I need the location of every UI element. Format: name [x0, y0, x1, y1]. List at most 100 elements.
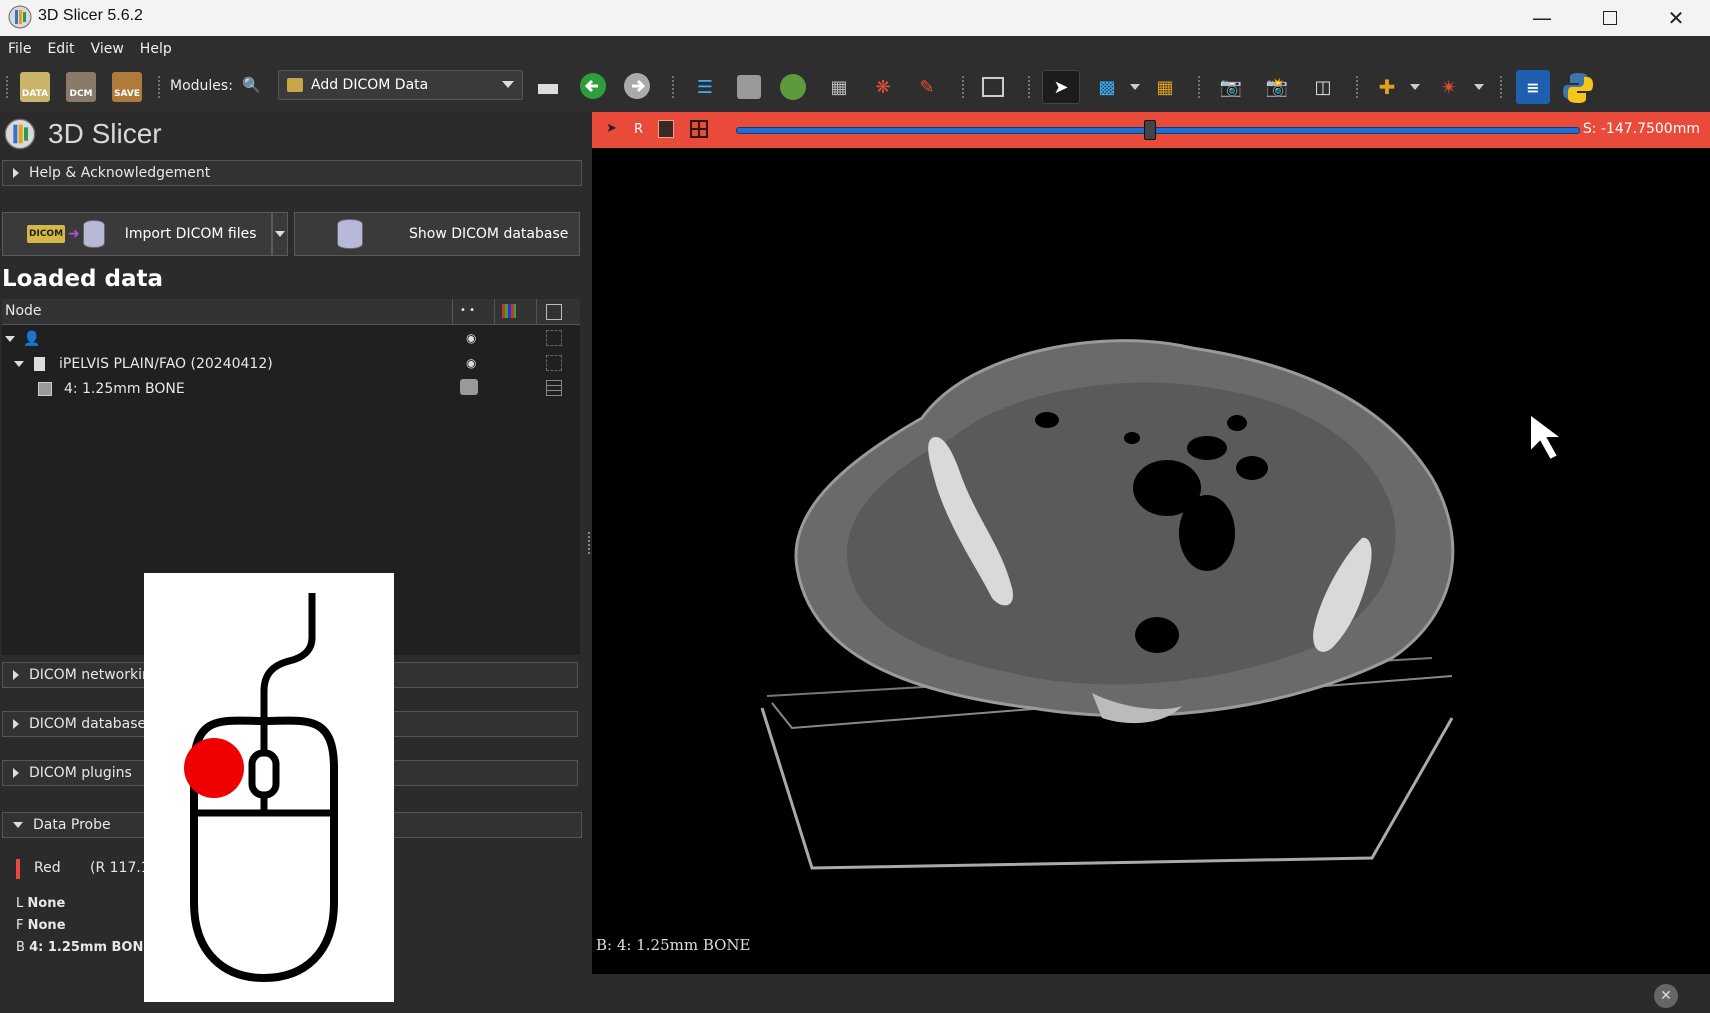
segment-editor-icon[interactable]: ✎: [912, 72, 942, 102]
dicom-module-icon: [287, 78, 303, 92]
menu-edit[interactable]: Edit: [39, 41, 82, 57]
extension-manager-icon[interactable]: ≡: [1516, 70, 1550, 104]
tree-row[interactable]: iPELVIS PLAIN/FAO (20240412) ◉: [2, 352, 580, 376]
menu-file[interactable]: File: [0, 41, 39, 57]
expand-arrow-icon: [13, 768, 19, 778]
import-dicom-dropdown[interactable]: [272, 212, 288, 256]
toolbar-grip[interactable]: [1356, 76, 1360, 98]
toolbar-grip[interactable]: [158, 76, 162, 98]
toolbar-grip[interactable]: [1028, 76, 1032, 98]
pointer-mode-button[interactable]: ➤: [1042, 70, 1080, 104]
minimize-icon: —: [1532, 6, 1552, 30]
scene-view-icon[interactable]: 📸: [1262, 72, 1292, 102]
toolbar-grip[interactable]: [1198, 76, 1202, 98]
title-bar: 3D Slicer 5.6.2 — ✕: [0, 0, 1710, 36]
modules-label: Modules:: [170, 78, 233, 94]
load-dicom-button[interactable]: DCM: [66, 72, 96, 102]
show-dicom-database-button[interactable]: Show DICOM database: [294, 212, 580, 256]
layout-icon[interactable]: [978, 72, 1008, 102]
overlay-column-icon[interactable]: [546, 304, 562, 320]
column-node[interactable]: Node: [5, 303, 42, 319]
data-module-icon[interactable]: ☰: [690, 72, 720, 102]
module-search-icon[interactable]: 🔍: [242, 76, 261, 94]
tree-item-label: iPELVIS PLAIN/FAO (20240412): [59, 356, 273, 372]
close-button[interactable]: ✕: [1642, 0, 1710, 36]
slicer-logo-icon: [8, 5, 32, 29]
color-column-icon[interactable]: [502, 304, 516, 318]
pin-icon[interactable]: ➤: [606, 121, 617, 136]
menu-help[interactable]: Help: [132, 41, 180, 57]
grid-icon[interactable]: [546, 380, 562, 396]
collapse-arrow-icon[interactable]: [5, 336, 15, 342]
link-icon[interactable]: [658, 120, 674, 138]
mouse-pointer-icon: [1529, 412, 1565, 462]
save-button[interactable]: SAVE: [112, 72, 142, 102]
main-toolbar: DATA DCM SAVE Modules: 🔍 Add DICOM Data …: [0, 62, 1710, 112]
forward-arrow-icon[interactable]: [622, 71, 652, 101]
tree-row[interactable]: 👤 ◉: [2, 327, 580, 351]
load-data-button[interactable]: DATA: [20, 72, 50, 102]
study-icon: [34, 357, 45, 371]
save-icon: SAVE: [114, 89, 140, 99]
chevron-down-icon[interactable]: [1130, 84, 1140, 90]
chevron-down-icon[interactable]: [1410, 84, 1420, 90]
transforms-module-icon[interactable]: ▦: [824, 72, 854, 102]
slice-offset-slider[interactable]: [736, 127, 1580, 134]
menu-bar: File Edit View Help: [0, 36, 1710, 62]
section-label: Data Probe: [33, 817, 111, 833]
visibility-column-icon[interactable]: • •: [460, 305, 475, 316]
view-color-indicator: [16, 859, 20, 879]
window-title: 3D Slicer 5.6.2: [38, 7, 143, 24]
probe-layer-value: None: [27, 918, 66, 933]
slice-offset-label: S: -147.7500mm: [1582, 121, 1700, 137]
crosshair-icon[interactable]: ✚: [1372, 72, 1402, 102]
eye-icon[interactable]: ◉: [466, 356, 476, 370]
tree-header: Node • •: [2, 299, 580, 325]
layout-grid-icon[interactable]: [690, 120, 708, 138]
column-divider: [452, 299, 453, 325]
eye-icon[interactable]: ◉: [466, 331, 476, 345]
collapse-arrow-icon[interactable]: [14, 361, 24, 367]
volume-visibility-icon[interactable]: [460, 379, 478, 395]
import-dicom-button[interactable]: DICOM ➜ Import DICOM files: [2, 212, 272, 256]
slider-handle[interactable]: [1143, 120, 1156, 140]
volume-icon: [38, 382, 52, 396]
probe-layer-key: L: [16, 896, 24, 911]
python-console-icon[interactable]: [1560, 70, 1596, 106]
volumes-module-icon[interactable]: [734, 72, 764, 102]
probe-row-f: F None: [16, 918, 66, 933]
toolbar-grip[interactable]: [672, 76, 676, 98]
chevron-down-icon: [502, 81, 514, 88]
chevron-down-icon[interactable]: [1474, 84, 1484, 90]
help-section-label: Help & Acknowledgement: [29, 165, 211, 181]
background-layer-label: B: 4: 1.25mm BONE: [596, 936, 751, 954]
markups-module-icon[interactable]: ❋: [868, 72, 898, 102]
patient-icon: 👤: [23, 331, 41, 347]
ct-pelvis-image: [760, 339, 1455, 870]
maximize-button[interactable]: [1576, 0, 1644, 36]
screenshot-icon[interactable]: 📷: [1216, 72, 1246, 102]
error-log-icon[interactable]: ✕: [1654, 984, 1678, 1008]
maximize-icon: [1603, 11, 1617, 25]
place-fiducial-icon[interactable]: ▦: [1150, 72, 1180, 102]
restore-view-icon[interactable]: ◫: [1308, 72, 1338, 102]
toolbar-grip[interactable]: [6, 76, 10, 98]
collapse-arrow-icon: [13, 822, 23, 828]
models-module-icon[interactable]: [778, 72, 808, 102]
module-selected-label: Add DICOM Data: [311, 77, 429, 93]
help-section-header[interactable]: Help & Acknowledgement: [2, 160, 582, 186]
tree-row[interactable]: 4: 1.25mm BONE: [2, 377, 580, 401]
fiducial-display-icon[interactable]: ✴: [1434, 72, 1464, 102]
dicom-import-icon: DICOM ➜: [27, 220, 105, 248]
toolbar-grip[interactable]: [1500, 76, 1504, 98]
probe-layer-value: 4: 1.25mm BONE: [29, 940, 153, 955]
window-level-icon[interactable]: ▩: [1092, 72, 1122, 102]
toolbar-grip[interactable]: [962, 76, 966, 98]
orientation-label[interactable]: R: [634, 122, 643, 137]
menu-view[interactable]: View: [83, 41, 132, 57]
logo-title: 3D Slicer: [48, 118, 162, 149]
minimize-button[interactable]: —: [1508, 0, 1576, 36]
back-arrow-icon[interactable]: [578, 71, 608, 101]
module-selector[interactable]: Add DICOM Data: [278, 70, 523, 100]
module-history-icon[interactable]: [538, 84, 558, 94]
